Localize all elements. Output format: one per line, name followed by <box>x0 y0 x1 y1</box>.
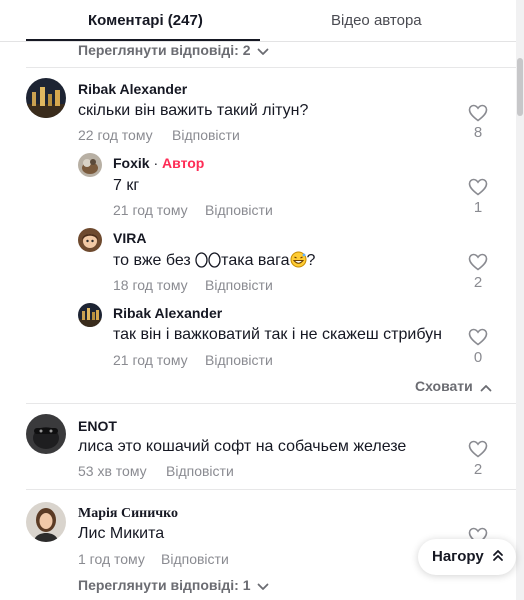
heart-outline-icon[interactable] <box>468 253 488 276</box>
comment-text: Лис Микита <box>78 525 165 542</box>
hide-replies-label: Сховати <box>415 378 473 394</box>
tab-author-videos[interactable]: Відео автора <box>331 12 422 29</box>
back-to-top-label: Нагору <box>432 548 484 565</box>
chevron-down-icon <box>257 578 269 594</box>
reply-time: 21 год тому <box>113 352 188 368</box>
reply-author-name[interactable]: Ribak Alexander <box>113 305 222 321</box>
scrollbar-thumb[interactable] <box>517 58 523 116</box>
egg-emoji <box>195 251 208 273</box>
active-tab-indicator <box>26 39 260 41</box>
author-badge: Автор <box>162 155 205 171</box>
reply-author-name[interactable]: Foxik · Автор <box>113 155 204 171</box>
hide-replies-button[interactable]: Сховати <box>415 378 492 395</box>
avatar[interactable] <box>78 303 102 327</box>
reply-author-label: Foxik <box>113 155 150 171</box>
reply-text-part: така вага <box>221 252 290 269</box>
view-replies-button[interactable]: Переглянути відповіді: 1 <box>78 577 269 594</box>
heart-outline-icon[interactable] <box>468 178 488 201</box>
avatar[interactable] <box>78 228 102 252</box>
view-replies-label: Переглянути відповіді: 1 <box>78 577 251 593</box>
like-count: 2 <box>473 461 483 478</box>
view-replies-label: Переглянути відповіді: 2 <box>78 42 251 58</box>
comment-text: лиса это кошачий софт на собачьем железе <box>78 438 407 455</box>
reply-text-part: ? <box>306 252 316 269</box>
reply-button[interactable]: Відповісти <box>205 277 273 293</box>
double-chevron-up-icon <box>492 548 504 568</box>
grinning-sweat-emoji <box>290 251 307 273</box>
view-replies-button[interactable]: Переглянути відповіді: 2 <box>78 42 269 59</box>
egg-emoji <box>208 251 221 273</box>
comment-divider <box>26 403 516 404</box>
comment-time: 22 год тому <box>78 127 153 143</box>
heart-outline-icon[interactable] <box>468 328 488 351</box>
reply-button[interactable]: Відповісти <box>205 202 273 218</box>
chevron-down-icon <box>257 43 269 59</box>
name-separator: · <box>149 155 163 171</box>
reply-button[interactable]: Відповісти <box>172 127 240 143</box>
chevron-up-icon <box>480 379 492 395</box>
reply-time: 18 год тому <box>113 277 188 293</box>
comment-author-name[interactable]: Ribak Alexander <box>78 81 187 97</box>
reply-button[interactable]: Відповісти <box>166 463 234 479</box>
avatar[interactable] <box>26 78 66 118</box>
reply-text: 7 кг <box>113 177 140 194</box>
avatar[interactable] <box>26 502 66 542</box>
comment-divider <box>26 489 516 490</box>
comment-text: скільки він важить такий літун? <box>78 102 309 119</box>
like-count: 1 <box>473 199 483 216</box>
comment-author-name[interactable]: Марія Синичко <box>78 506 178 522</box>
comment-time: 53 хв тому <box>78 463 147 479</box>
heart-outline-icon[interactable] <box>468 440 488 463</box>
reply-time: 21 год тому <box>113 202 188 218</box>
like-count: 0 <box>473 349 483 366</box>
reply-button[interactable]: Відповісти <box>205 352 273 368</box>
back-to-top-button[interactable]: Нагору <box>418 539 516 575</box>
tab-comments[interactable]: Коментарі (247) <box>88 12 203 29</box>
reply-text-part: то вже без <box>113 252 196 269</box>
comments-tabs: Коментарі (247) Відео автора <box>0 0 516 42</box>
comment-time: 1 год тому <box>78 551 145 567</box>
reply-text: то вже без така вага? <box>113 251 315 273</box>
avatar[interactable] <box>26 414 66 454</box>
comment-divider <box>26 67 516 68</box>
comment-author-name[interactable]: ENOT <box>78 418 117 434</box>
like-count: 2 <box>473 274 483 291</box>
reply-button[interactable]: Відповісти <box>161 551 229 567</box>
like-count: 8 <box>473 124 483 141</box>
reply-author-name[interactable]: VIRA <box>113 230 146 246</box>
avatar[interactable] <box>78 153 102 177</box>
reply-text: так він і важковатий так і не скажеш стр… <box>113 326 442 343</box>
scrollbar[interactable] <box>516 0 524 600</box>
